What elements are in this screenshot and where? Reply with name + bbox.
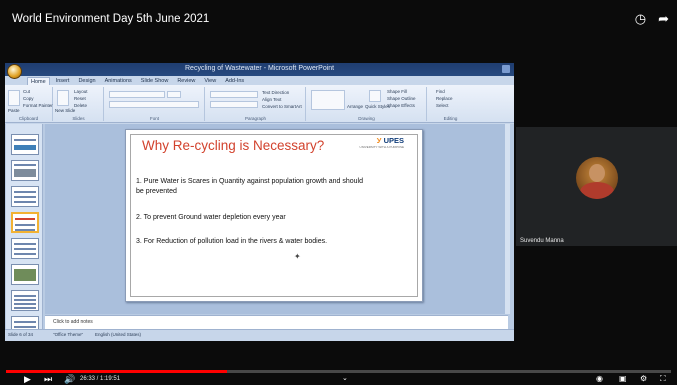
top-controls: ◷ ➦ [635, 11, 669, 27]
participant-tile: Suvendu Manna [516, 127, 677, 246]
avatar-face [589, 164, 605, 182]
group-label-paragraph: Paragraph [244, 116, 266, 121]
new-slide-icon[interactable] [57, 90, 69, 106]
new-slide-button[interactable]: New Slide [55, 108, 75, 113]
group-label-slides: Slides [72, 116, 85, 121]
ribbon-group-drawing: Arrange Quick Styles Shape Fill Shape Ou… [307, 87, 427, 121]
current-slide[interactable]: Why Re-cycling is Necessary? У UPES UNIV… [125, 129, 423, 302]
text-direction-button[interactable]: Text Direction [262, 90, 289, 95]
play-icon[interactable]: ▶ [24, 373, 31, 385]
language-status: English (United States) [95, 332, 142, 337]
group-label-editing: Editing [443, 116, 458, 121]
convert-smartart-button[interactable]: Convert to SmartArt [262, 104, 302, 109]
group-label-font: Font [149, 116, 159, 121]
theme-status: "Office Theme" [53, 332, 84, 337]
ppt-workspace: Why Re-cycling is Necessary? У UPES UNIV… [5, 124, 514, 341]
align-buttons[interactable] [210, 101, 258, 108]
ribbon-group-font: Font [105, 87, 205, 121]
slide-thumbnail[interactable] [11, 238, 39, 259]
slide-bullet-3: 3. For Reduction of pollution load in th… [136, 238, 328, 245]
notes-placeholder: Click to add notes [53, 319, 93, 325]
clock-icon[interactable]: ◷ [635, 11, 646, 27]
quick-styles-icon[interactable] [369, 90, 381, 102]
shape-outline-button[interactable]: Shape Outline [387, 96, 416, 101]
ribbon-group-paragraph: Text Direction Align Text Convert to Sma… [206, 87, 306, 121]
slide-bullet-2: 2. To prevent Ground water depletion eve… [136, 214, 286, 221]
ribbon-group-editing: Find Replace Select Editing [428, 87, 473, 121]
format-painter-button[interactable]: Format Painter [23, 103, 53, 108]
shapes-gallery[interactable] [311, 90, 345, 110]
layout-button[interactable]: Layout [74, 89, 88, 94]
autoplay-toggle-icon[interactable]: ◉ [596, 373, 603, 385]
list-buttons[interactable] [210, 91, 258, 98]
settings-gear-icon[interactable]: ⚙ [640, 373, 647, 385]
ribbon-group-slides: New Slide Layout Reset Delete Slides [54, 87, 104, 121]
fullscreen-icon[interactable]: ⛶ [660, 373, 666, 385]
next-icon[interactable]: ⏭ [44, 373, 52, 385]
slide-title: Why Re-cycling is Necessary? [142, 138, 325, 153]
paste-label: Paste [8, 108, 20, 113]
notes-pane[interactable]: Click to add notes [45, 315, 508, 329]
group-label-clipboard: Clipboard [18, 116, 39, 121]
font-size-select[interactable] [167, 91, 181, 98]
chevron-down-icon[interactable]: ⌄ [342, 373, 348, 385]
slide-thumbnail[interactable] [11, 186, 39, 207]
slide-bullet-1: 1. Pure Water is Scares in Quantity agai… [136, 178, 363, 195]
delete-button[interactable]: Delete [74, 103, 87, 108]
participant-name: Suvendu Manna [520, 238, 564, 244]
upes-logo: У UPES [376, 136, 404, 145]
upes-logo-text: UPES [383, 136, 404, 145]
cut-button[interactable]: Cut [23, 89, 30, 94]
slide-thumbnail[interactable] [11, 316, 39, 329]
ppt-status-bar: Slide 6 of 34 "Office Theme" English (Un… [5, 329, 514, 341]
office-button-icon[interactable] [7, 64, 22, 79]
ribbon: Paste Cut Copy Format Painter Clipboard … [5, 85, 514, 123]
arrange-button[interactable]: Arrange [347, 104, 363, 109]
font-format-buttons[interactable] [109, 101, 199, 108]
ppt-titlebar: Recycling of Wastewater - Microsoft Powe… [5, 63, 514, 76]
captions-icon[interactable]: ▣ [619, 373, 627, 385]
avatar-shirt [580, 182, 614, 199]
slide-thumbnail-selected[interactable] [11, 212, 39, 233]
ppt-document-title: Recycling of Wastewater - Microsoft Powe… [185, 65, 335, 72]
reset-button[interactable]: Reset [74, 96, 86, 101]
vertical-scrollbar[interactable] [505, 124, 510, 314]
select-button[interactable]: Select [436, 103, 449, 108]
player-controls: ▶ ⏭ 🔊 26:33 / 1:19:51 ⌄ ◉ ▣ ⚙ ⛶ [0, 373, 677, 385]
participant-avatar [576, 157, 618, 199]
time-readout: 26:33 / 1:19:51 [80, 376, 121, 382]
group-label-drawing: Drawing [358, 116, 375, 121]
font-name-select[interactable] [109, 91, 165, 98]
align-text-button[interactable]: Align Text [262, 97, 281, 102]
replace-button[interactable]: Replace [436, 96, 453, 101]
slide-thumbnail[interactable] [11, 160, 39, 181]
paste-button[interactable] [8, 90, 20, 106]
slide-thumbnail[interactable] [11, 134, 39, 155]
slide-thumbnails-pane[interactable] [6, 124, 43, 329]
slide-thumbnail[interactable] [11, 290, 39, 311]
volume-icon[interactable]: 🔊 [64, 373, 75, 385]
shape-effects-button[interactable]: Shape Effects [387, 103, 415, 108]
slide-count-status: Slide 6 of 34 [8, 332, 34, 337]
window-controls[interactable] [502, 65, 510, 73]
slide-thumbnail[interactable] [11, 264, 39, 285]
shape-fill-button[interactable]: Shape Fill [387, 89, 407, 94]
slide-edit-pane[interactable]: Why Re-cycling is Necessary? У UPES UNIV… [45, 124, 510, 314]
powerpoint-window: Recycling of Wastewater - Microsoft Powe… [5, 63, 514, 341]
copy-button[interactable]: Copy [23, 96, 34, 101]
mouse-cursor-icon: ✦ [294, 252, 301, 261]
ribbon-group-clipboard: Paste Cut Copy Format Painter Clipboard [5, 87, 53, 121]
video-title[interactable]: World Environment Day 5th June 2021 [12, 13, 209, 25]
share-icon[interactable]: ➦ [658, 11, 669, 27]
find-button[interactable]: Find [436, 89, 445, 94]
video-player[interactable]: World Environment Day 5th June 2021 ◷ ➦ … [0, 0, 677, 385]
upes-tagline: UNIVERSITY WITH A PURPOSE [359, 145, 404, 149]
